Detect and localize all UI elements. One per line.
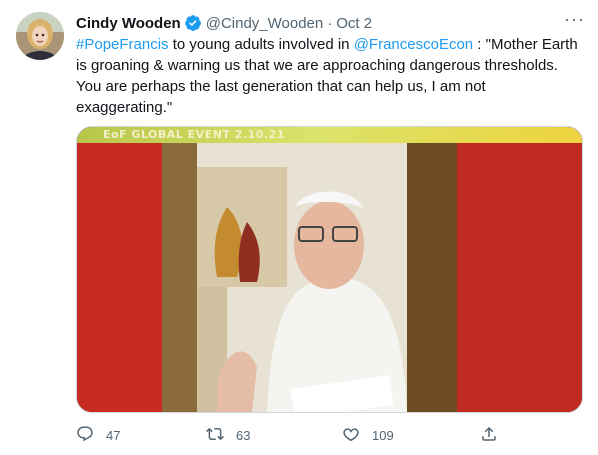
avatar[interactable] <box>16 12 64 60</box>
tweet-date[interactable]: Oct 2 <box>336 15 372 32</box>
more-icon[interactable]: ··· <box>564 10 584 32</box>
share-icon <box>480 425 510 446</box>
video-frame <box>77 127 582 412</box>
mention-link[interactable]: @FrancescoEcon <box>354 36 473 53</box>
reply-button[interactable]: 47 <box>76 420 120 450</box>
tweet-text-part1: to young adults involved in <box>168 36 354 53</box>
retweet-count: 63 <box>236 427 251 443</box>
tweet-actions: 47 63 109 <box>76 420 582 450</box>
tweet-header: Cindy Wooden @Cindy_Wooden · Oct 2 <box>76 12 582 34</box>
retweet-icon <box>206 425 236 446</box>
separator-dot: · <box>327 14 333 32</box>
author-handle[interactable]: @Cindy_Wooden <box>206 15 324 32</box>
tweet-text: #PopeFrancis to young adults involved in… <box>76 34 582 118</box>
hashtag-link[interactable]: #PopeFrancis <box>76 36 169 53</box>
avatar-photo <box>16 12 64 60</box>
reply-count: 47 <box>106 427 121 443</box>
share-button[interactable] <box>480 420 510 450</box>
like-button[interactable]: 109 <box>342 420 394 450</box>
tweet[interactable]: Cindy Wooden @Cindy_Wooden · Oct 2 ··· #… <box>0 0 598 455</box>
author-name[interactable]: Cindy Wooden <box>76 15 181 32</box>
video-banner: EoF GLOBAL EVENT 2.10.21 <box>77 127 582 143</box>
like-icon <box>342 425 372 446</box>
retweet-button[interactable]: 63 <box>206 420 250 450</box>
reply-icon <box>76 425 106 446</box>
video-media[interactable]: EoF GLOBAL EVENT 2.10.21 <box>76 126 583 413</box>
like-count: 109 <box>372 427 394 443</box>
verified-badge-icon <box>184 14 202 32</box>
